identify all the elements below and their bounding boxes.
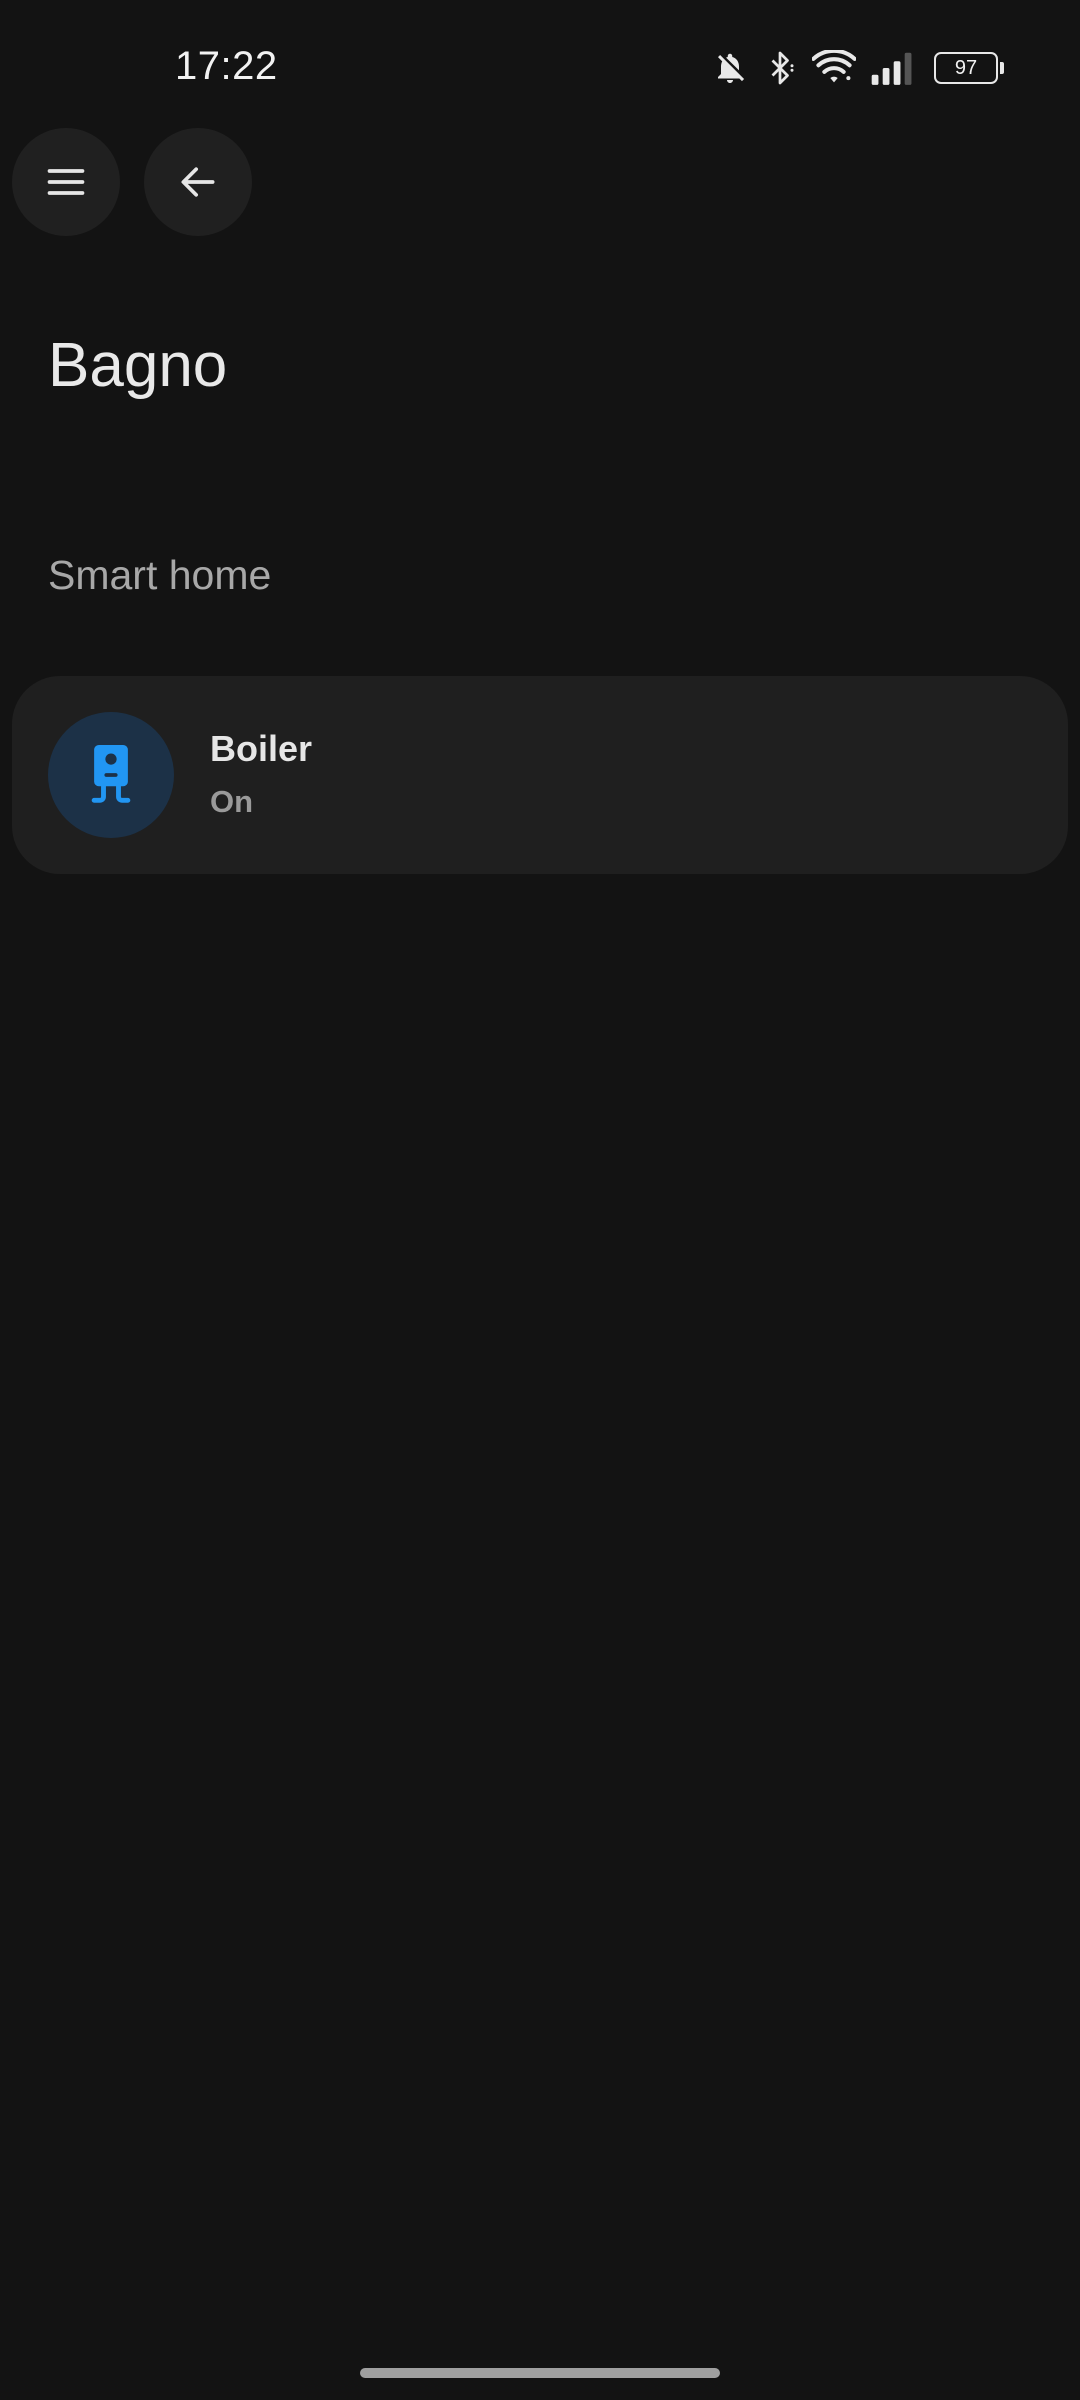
- status-bar: 17:22 97: [0, 0, 1080, 120]
- status-icons: 97: [712, 48, 1004, 88]
- section-title-smart-home: Smart home: [48, 552, 272, 598]
- arrow-left-icon: [181, 167, 215, 197]
- menu-icon: [47, 169, 85, 195]
- wifi-icon: [812, 50, 856, 83]
- device-icon-button[interactable]: [48, 712, 174, 838]
- battery-icon: 97: [934, 52, 1004, 84]
- device-state: On: [210, 784, 254, 819]
- status-time: 17:22: [175, 44, 278, 88]
- signal-icon: [871, 52, 912, 85]
- bell-off-icon: [718, 53, 745, 83]
- device-card-boiler[interactable]: Boiler On: [12, 676, 1068, 874]
- menu-button[interactable]: [12, 128, 120, 236]
- page-title: Bagno: [48, 331, 228, 400]
- back-button[interactable]: [144, 128, 252, 236]
- boiler-icon: [91, 745, 131, 803]
- device-name: Boiler: [210, 728, 313, 769]
- battery-level: 97: [954, 56, 978, 79]
- bluetooth-icon: [771, 51, 794, 85]
- home-indicator[interactable]: [360, 2368, 720, 2378]
